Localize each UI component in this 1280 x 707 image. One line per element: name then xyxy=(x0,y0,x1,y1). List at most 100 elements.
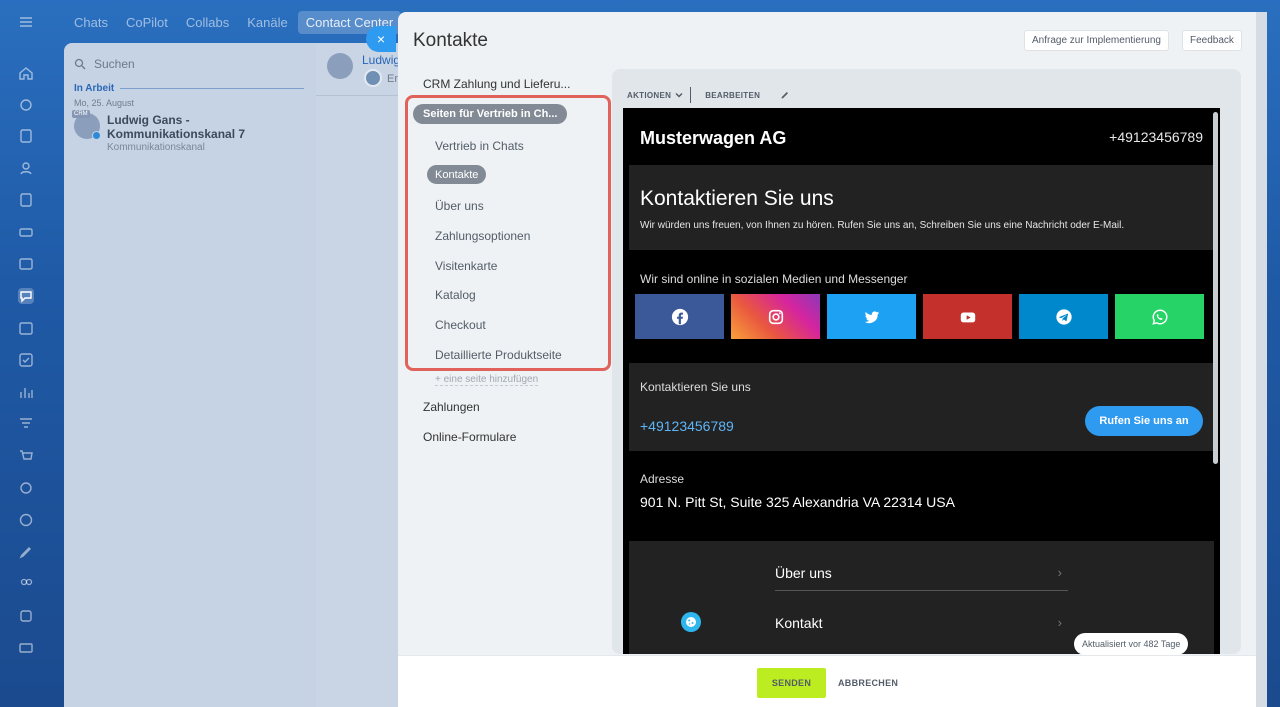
crm-badge: CRM xyxy=(72,110,90,118)
telegram-button[interactable] xyxy=(1019,294,1108,339)
analytics-icon[interactable] xyxy=(18,384,34,400)
submenu-item-product-page[interactable]: Detaillierte Produktseite xyxy=(435,348,562,362)
help-icon[interactable] xyxy=(18,512,34,528)
edit-button[interactable]: BEARBEITEN xyxy=(705,91,760,100)
contact-heading: Kontaktieren Sie uns xyxy=(640,187,834,210)
checklist-icon[interactable] xyxy=(18,352,34,368)
contact-intro-block: Kontaktieren Sie uns Wir würden uns freu… xyxy=(629,165,1214,250)
group-label-text: In Arbeit xyxy=(74,83,115,94)
chat-header-name[interactable]: Ludwig xyxy=(362,53,400,67)
submenu-item-payment-options[interactable]: Zahlungsoptionen xyxy=(435,229,530,243)
chat-subtitle: Kommunikationskanal xyxy=(107,142,205,153)
preview-toolbar: AKTIONEN BEARBEITEN xyxy=(627,87,790,103)
call-phone-link[interactable]: +49123456789 xyxy=(640,418,734,434)
social-title: Wir sind online in sozialen Medien und M… xyxy=(640,272,908,286)
menu-item-payments[interactable]: Zahlungen xyxy=(423,400,480,414)
twitter-icon xyxy=(864,310,879,323)
filter-icon[interactable] xyxy=(18,416,34,432)
tab-channels[interactable]: Kanäle xyxy=(239,11,295,34)
calendar-icon[interactable] xyxy=(18,320,34,336)
submenu-item-contacts[interactable]: Kontakte xyxy=(427,165,487,184)
instagram-button[interactable] xyxy=(731,294,820,339)
drive-icon[interactable] xyxy=(18,224,34,240)
call-us-button[interactable]: Rufen Sie uns an xyxy=(1085,406,1203,436)
database-icon[interactable] xyxy=(18,608,34,624)
feedback-button[interactable]: Feedback xyxy=(1182,30,1242,51)
nav-link-label: Kontakt xyxy=(775,615,823,631)
menu-item-online-forms[interactable]: Online-Formulare xyxy=(423,430,516,444)
chevron-down-icon xyxy=(675,92,683,98)
pencil-icon[interactable] xyxy=(780,90,790,100)
instagram-icon xyxy=(768,309,783,324)
chat-title: Ludwig Gans - Kommunikationskanal 7 xyxy=(107,113,246,141)
chat-list-item[interactable]: CRM Ludwig Gans - Kommunikationskanal 7 … xyxy=(72,110,310,153)
cookie-icon xyxy=(686,617,696,627)
icon-rail xyxy=(0,0,52,707)
actions-dropdown[interactable]: AKTIONEN xyxy=(627,90,684,100)
facebook-icon xyxy=(671,308,688,325)
cookie-button[interactable] xyxy=(681,612,701,632)
contacts-icon[interactable] xyxy=(18,160,34,176)
cancel-button[interactable]: ABBRECHEN xyxy=(838,668,898,698)
nav-link-contact[interactable]: Kontakt › xyxy=(775,591,1068,641)
pen-icon[interactable] xyxy=(18,544,34,560)
slider-footer: SENDEN ABBRECHEN xyxy=(398,655,1267,707)
tasks-icon[interactable] xyxy=(18,128,34,144)
site-brand: Musterwagen AG xyxy=(640,128,787,148)
submenu-item-catalog[interactable]: Katalog xyxy=(435,288,476,302)
menu-icon[interactable] xyxy=(18,14,34,30)
home-icon[interactable] xyxy=(18,65,34,81)
search-placeholder: Suchen xyxy=(94,57,135,71)
facebook-button[interactable] xyxy=(635,294,724,339)
call-block-title: Kontaktieren Sie uns xyxy=(640,380,751,394)
youtube-icon xyxy=(960,312,975,322)
slider-edge xyxy=(1256,12,1267,707)
tab-chats[interactable]: Chats xyxy=(66,11,116,34)
search-icon xyxy=(74,58,86,70)
chevron-right-icon: › xyxy=(1057,615,1062,630)
contact-text: Wir würden uns freuen, von Ihnen zu höre… xyxy=(640,220,1125,231)
telegram-icon xyxy=(1055,308,1072,325)
close-icon: × xyxy=(376,31,386,47)
address-label: Adresse xyxy=(640,472,685,486)
submenu-item-sales-in-chats[interactable]: Vertrieb in Chats xyxy=(435,139,524,153)
youtube-button[interactable] xyxy=(923,294,1012,339)
submenu-item-checkout[interactable]: Checkout xyxy=(435,318,486,332)
sync-icon[interactable] xyxy=(18,480,34,496)
chat-search[interactable]: Suchen xyxy=(74,53,306,75)
documents-icon[interactable] xyxy=(18,192,34,208)
preview-scrollbar[interactable] xyxy=(1213,112,1218,464)
group-label: In Arbeit xyxy=(74,83,304,94)
close-slider-button[interactable]: × xyxy=(366,26,396,52)
chat-list-panel: Suchen In Arbeit Mo, 25. August CRM Ludw… xyxy=(64,43,316,707)
contacts-slider: Kontakte Anfrage zur Implementierung Fee… xyxy=(398,12,1267,707)
tab-collabs[interactable]: Collabs xyxy=(178,11,237,34)
menu-item-sales-pages[interactable]: Seiten für Vertrieb in Ch... xyxy=(413,104,568,124)
tab-copilot[interactable]: CoPilot xyxy=(118,11,176,34)
mail-icon[interactable] xyxy=(18,640,34,656)
avatar xyxy=(327,53,353,79)
whatsapp-icon xyxy=(1151,309,1167,325)
preview-area: AKTIONEN BEARBEITEN Musterwagen AG +4912… xyxy=(612,69,1241,654)
operator-avatar xyxy=(364,69,382,87)
news-icon[interactable] xyxy=(18,256,34,272)
whatsapp-button[interactable] xyxy=(1115,294,1204,339)
address-text: 901 N. Pitt St, Suite 325 Alexandria VA … xyxy=(640,494,955,510)
send-button[interactable]: SENDEN xyxy=(757,668,826,698)
submenu-item-business-card[interactable]: Visitenkarte xyxy=(435,259,497,273)
cart-icon[interactable] xyxy=(18,448,34,464)
add-page-link[interactable]: + eine seite hinzufügen xyxy=(435,374,539,386)
twitter-button[interactable] xyxy=(827,294,916,339)
menu-item-crm-payment[interactable]: CRM Zahlung und Lieferu... xyxy=(423,77,570,91)
contact-center-icon[interactable] xyxy=(18,288,34,304)
submenu-item-about-us[interactable]: Über uns xyxy=(435,199,484,213)
group-icon[interactable] xyxy=(18,576,34,592)
nav-link-label: Über uns xyxy=(775,565,832,581)
date-label: Mo, 25. August xyxy=(74,98,135,108)
settings-icon[interactable] xyxy=(18,97,34,113)
nav-link-about-us[interactable]: Über uns › xyxy=(775,541,1068,591)
updated-badge: Aktualisiert vor 482 Tage xyxy=(1074,633,1189,655)
implementation-request-button[interactable]: Anfrage zur Implementierung xyxy=(1024,30,1169,51)
site-phone[interactable]: +49123456789 xyxy=(1109,129,1203,145)
avatar: CRM xyxy=(72,110,101,140)
